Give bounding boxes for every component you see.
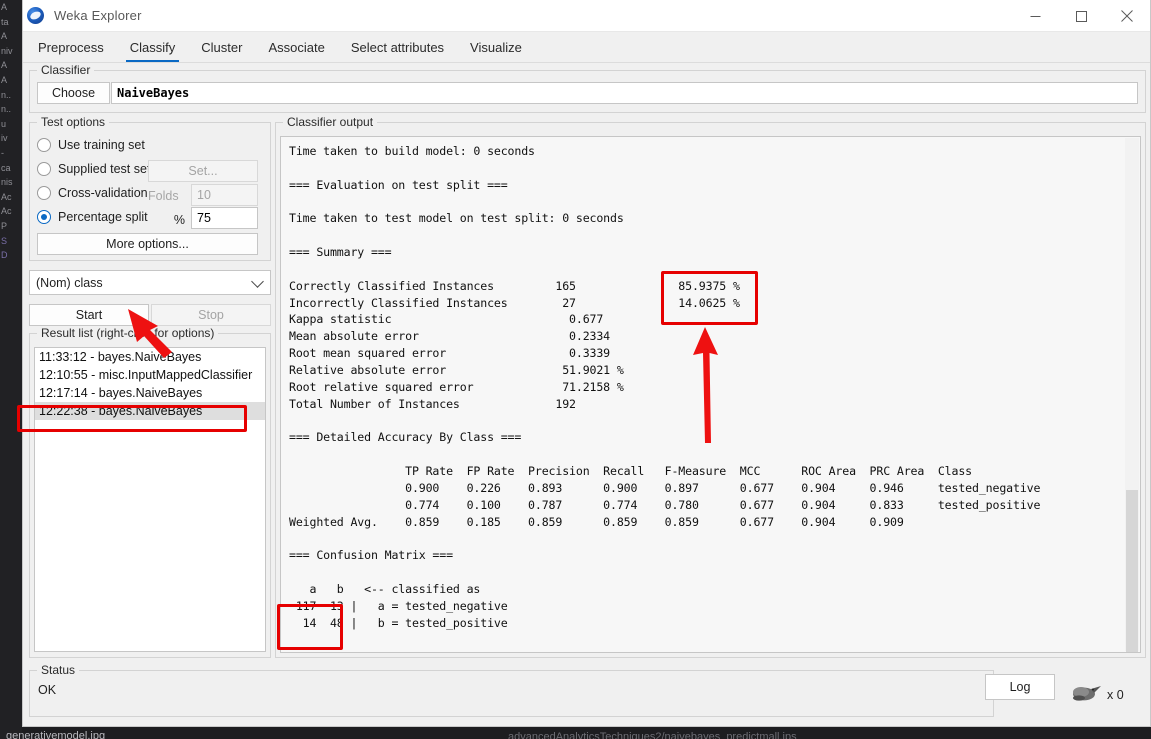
background-strip-entry: iv [1,133,8,144]
tab-visualize[interactable]: Visualize [457,32,535,62]
weka-bird-icon [1073,686,1101,701]
radio-label-cross-validation: Cross-validation [58,186,148,200]
classifier-output-text: Time taken to build model: 0 seconds ===… [289,144,1041,630]
background-strip-entry: ca [1,162,11,173]
status-group: Status OK [29,663,994,717]
radio-circle-selected-icon [37,210,51,224]
class-attribute-combo[interactable]: (Nom) class [29,270,271,295]
result-list-item[interactable]: 12:22:38 - bayes.NaiveBayes [35,402,265,420]
folds-label: Folds [148,189,179,203]
percent-label: % [173,213,185,227]
status-value: OK [38,683,57,697]
result-list-item[interactable]: 12:17:14 - bayes.NaiveBayes [35,384,265,402]
radio-circle-icon [37,138,51,152]
status-group-title: Status [37,663,80,677]
radio-circle-icon [37,186,51,200]
background-strip-entry: A [1,2,8,12]
stop-button[interactable]: Stop [151,304,271,326]
class-attribute-value: (Nom) class [36,275,103,290]
selected-classifier-field[interactable]: NaiveBayes [111,82,1138,104]
background-strip-entry: ta [1,16,9,27]
vertical-scrollbar[interactable] [1125,138,1139,652]
weka-bird-logo-icon [27,7,44,24]
tab-cluster[interactable]: Cluster [188,32,255,62]
radio-use-training-set[interactable]: Use training set [37,138,145,152]
classifier-group-title: Classifier [37,63,95,77]
background-strip-entry: n.. [1,104,12,115]
percent-split-input[interactable]: 75 [191,207,258,229]
radio-supplied-test-set[interactable]: Supplied test set [37,162,150,176]
close-icon[interactable] [1104,0,1150,32]
background-strip-entry: A [1,31,8,42]
folds-input[interactable]: 10 [191,184,258,206]
tab-preprocess[interactable]: Preprocess [25,32,117,62]
background-strip-entry: u [1,118,7,129]
background-strip-entry: S [1,235,8,246]
start-button[interactable]: Start [29,304,149,326]
selected-classifier-value: NaiveBayes [117,86,190,100]
background-strip-entry: A [1,60,8,71]
classifier-output-group-title: Classifier output [283,115,378,129]
result-list-group-title: Result list (right-click for options) [37,326,219,340]
weka-explorer-window: Weka Explorer Preprocess Classify Cluster A… [22,0,1151,727]
main-tabbar: Preprocess Classify Cluster Associate Select… [23,32,1150,63]
radio-circle-icon [37,162,51,176]
screen-root: Ata Aniv A An.. n.. u iv - ca nis Ac Ac P S D generati… [0,0,1151,739]
tab-classify[interactable]: Classify [117,32,189,62]
vertical-scrollbar-thumb[interactable] [1126,490,1138,652]
background-strip-entry: Ac [1,191,12,202]
radio-cross-validation[interactable]: Cross-validation [37,186,148,200]
log-button[interactable]: Log [985,674,1055,700]
window-titlebar: Weka Explorer [23,0,1150,32]
percent-split-value: 75 [197,211,211,225]
background-path-label: advancedAnalyticsTechniques2/naivebayes_… [508,731,797,739]
result-list-item[interactable]: 12:10:55 - misc.InputMappedClassifier [35,366,265,384]
background-strip-entry: nis [1,177,13,188]
background-file-list-strip: Ata Aniv A An.. n.. u iv - ca nis Ac Ac P S D [0,0,22,739]
set-test-set-button[interactable]: Set... [148,160,258,182]
radio-label-use-training-set: Use training set [58,138,145,152]
background-filename-label: generativemodel.jpg [6,730,106,739]
background-strip-entry: Ac [1,206,12,217]
window-title: Weka Explorer [54,8,142,23]
tab-associate[interactable]: Associate [255,32,337,62]
radio-label-supplied-test-set: Supplied test set [58,162,151,176]
background-strip-entry: n.. [1,89,12,100]
classifier-output-panel[interactable]: Time taken to build model: 0 seconds ===… [280,136,1141,653]
background-strip-entry: A [1,74,8,85]
tab-select-attributes[interactable]: Select attributes [338,32,457,62]
bird-count-label: x 0 [1107,688,1124,702]
test-options-group-title: Test options [37,115,110,129]
more-options-button[interactable]: More options... [37,233,258,255]
window-controls [1012,0,1150,32]
result-list-item[interactable]: 11:33:12 - bayes.NaiveBayes [35,348,265,366]
choose-classifier-button[interactable]: Choose [37,82,110,104]
minimize-icon[interactable] [1012,0,1058,32]
radio-percentage-split[interactable]: Percentage split [37,210,148,224]
folds-value: 10 [197,188,211,202]
background-strip-entry: P [1,220,8,231]
chevron-down-icon [251,274,264,288]
result-list[interactable]: 11:33:12 - bayes.NaiveBayes 12:10:55 - mi… [34,347,266,652]
background-strip-entry: D [1,250,8,261]
background-strip-entry: - [1,147,4,158]
background-strip-entry: niv [1,45,13,56]
maximize-icon[interactable] [1058,0,1104,32]
radio-label-percentage-split: Percentage split [58,210,148,224]
